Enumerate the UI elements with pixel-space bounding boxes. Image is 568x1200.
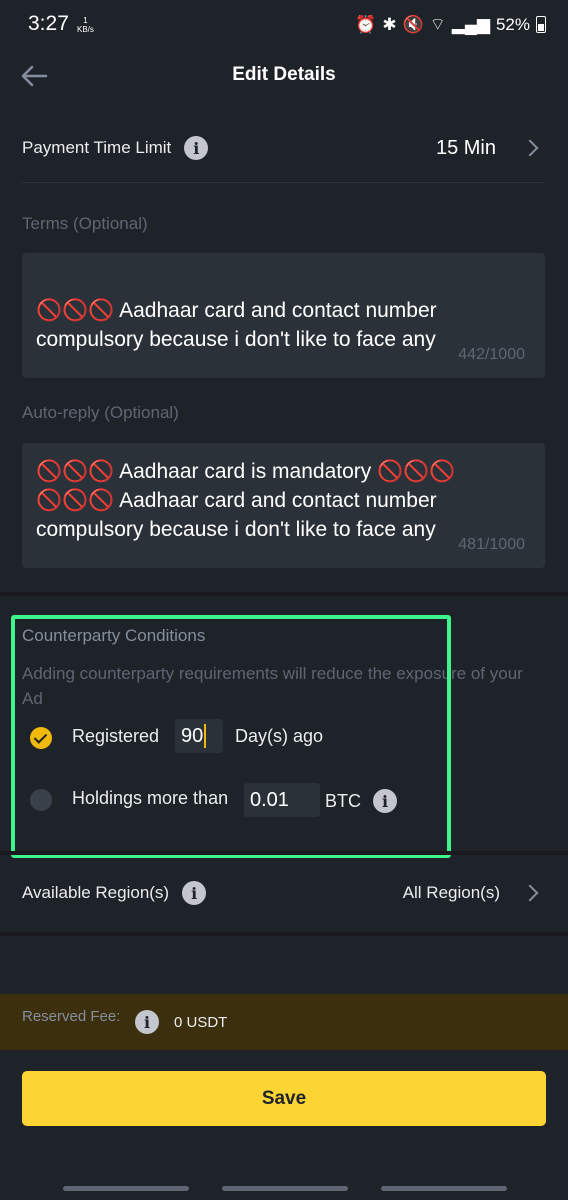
- section-separator: [0, 592, 568, 596]
- reserved-fee-bar: Reserved Fee: i 0 USDT: [0, 994, 568, 1050]
- terms-textarea[interactable]: 🚫🚫🚫 Aadhaar card and contact number comp…: [22, 253, 545, 378]
- wifi-icon: ⌔: [429, 15, 446, 34]
- reserved-fee-value: 0 USDT: [174, 1014, 228, 1031]
- status-time: 3:27: [28, 12, 69, 35]
- payment-time-limit-label: Payment Time Limit: [22, 138, 172, 157]
- nav-bar-home[interactable]: [222, 1186, 348, 1191]
- signal-icon: ▂▄▆: [451, 14, 490, 34]
- payment-time-limit-value: 15 Min: [435, 136, 496, 159]
- divider: [22, 182, 545, 183]
- section-separator: [0, 932, 568, 936]
- alarm-icon: ⏰: [355, 14, 377, 34]
- battery-icon: [536, 16, 546, 33]
- available-regions-label: Available Region(s): [22, 883, 170, 902]
- payment-time-limit-row[interactable]: Payment Time Limit i 15 Min: [0, 126, 568, 170]
- save-button[interactable]: Save: [22, 1071, 546, 1126]
- nav-bar-back[interactable]: [381, 1186, 507, 1191]
- battery-percent: 52%: [495, 14, 530, 34]
- auto-reply-textarea[interactable]: 🚫🚫🚫 Aadhaar card is mandatory 🚫🚫🚫 🚫🚫🚫 Aa…: [22, 443, 545, 568]
- available-regions-value: All Region(s): [402, 883, 500, 902]
- terms-label: Terms (Optional): [22, 214, 148, 233]
- status-icons: ⏰ ✱ 🔇 ⌔ ▂▄▆ 52%: [355, 14, 546, 35]
- auto-reply-char-counter: 481/1000: [454, 536, 525, 554]
- info-icon[interactable]: i: [182, 881, 207, 905]
- chevron-right-icon: [521, 139, 539, 157]
- auto-reply-text: 🚫🚫🚫 Aadhaar card is mandatory 🚫🚫🚫 🚫🚫🚫 Aa…: [36, 460, 456, 541]
- chevron-right-icon: [521, 884, 539, 902]
- highlight-box: [11, 615, 451, 858]
- info-icon[interactable]: i: [184, 136, 209, 160]
- header: Edit Details: [0, 52, 568, 104]
- info-icon[interactable]: i: [135, 1010, 159, 1034]
- status-bar: 3:27 1 KB/s ⏰ ✱ 🔇 ⌔ ▂▄▆ 52%: [0, 0, 568, 52]
- network-speed-value: 1: [83, 16, 88, 25]
- network-speed-unit: KB/s: [77, 25, 94, 34]
- network-speed: 1 KB/s: [77, 16, 94, 34]
- page-title: Edit Details: [232, 64, 336, 85]
- auto-reply-label: Auto-reply (Optional): [22, 403, 179, 422]
- nav-bar-recents[interactable]: [63, 1186, 189, 1191]
- section-separator: [0, 851, 568, 855]
- mute-icon: 🔇: [402, 14, 424, 34]
- terms-char-counter: 442/1000: [454, 346, 525, 364]
- bluetooth-icon: ✱: [382, 14, 397, 34]
- available-regions-row[interactable]: Available Region(s) i All Region(s): [0, 872, 568, 914]
- reserved-fee-label: Reserved Fee:: [22, 1008, 121, 1025]
